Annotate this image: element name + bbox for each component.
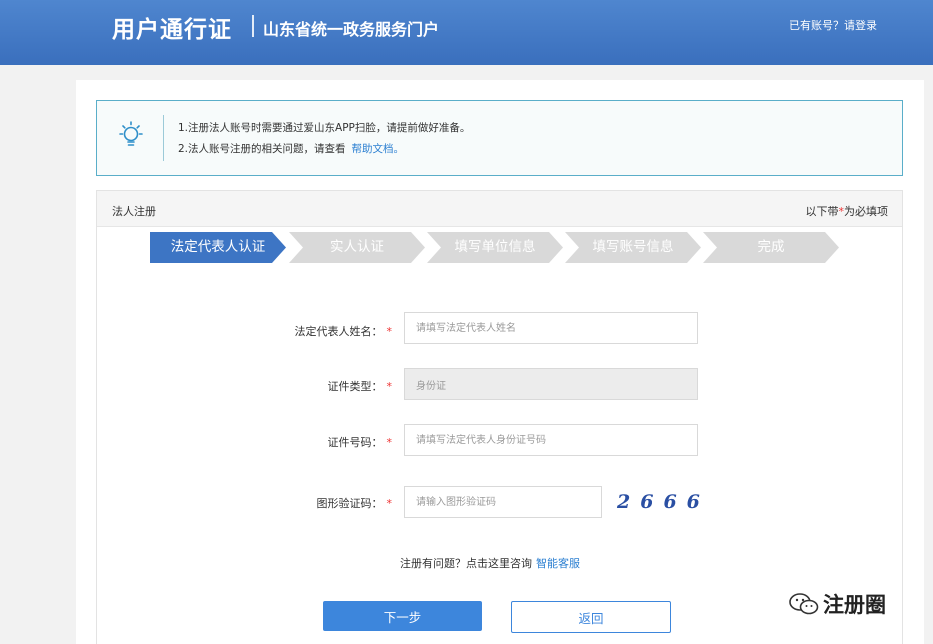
required-mark: * [386,497,393,510]
notice-divider [163,115,164,161]
help-text: 注册有问题？点击这里咨询 [400,557,532,570]
captcha-text: 2666 [616,491,710,513]
notice-text-2: 2.法人账号注册的相关问题，请查看 帮助文档。 [178,141,404,156]
captcha-image[interactable]: 2666 [615,486,715,516]
step-progress: 法定代表人认证 实人认证 填写单位信息 填写账号信息 完成 [150,232,850,264]
captcha-label-text: 图形验证码： [316,497,383,510]
step-complete: 完成 [703,232,839,263]
notice-text-1: 1.注册法人账号时需要通过爱山东APP扫脸，请提前做好准备。 [178,122,471,134]
watermark-text: 注册圈 [823,593,886,617]
id-number-label-text: 证件号码： [327,436,383,449]
hint-prefix: 以下带 [805,205,839,218]
id-number-label: 证件号码： * [270,434,393,450]
name-label: 法定代表人姓名： * [270,323,393,339]
captcha-label: 图形验证码： * [270,495,393,511]
step-real-person-auth: 实人认证 [289,232,425,263]
lightbulb-icon [119,121,143,146]
required-mark: * [386,325,393,338]
required-mark: * [386,380,393,393]
brand-title: 用户通行证 [112,17,232,43]
captcha-input[interactable] [404,486,602,518]
portal-subtitle: 山东省统一政务服务门户 [263,20,440,39]
top-header: 用户通行证 山东省统一政务服务门户 已有账号？请登录 [0,0,933,65]
notice-box: 1.注册法人账号时需要通过爱山东APP扫脸，请提前做好准备。 2.法人账号注册的… [96,100,903,176]
step-company-info: 填写单位信息 [427,232,563,263]
back-button[interactable]: 返回 [511,601,671,633]
required-hint: 以下带*为必填项 [806,203,889,219]
login-link[interactable]: 已有账号？请登录 [789,17,877,33]
help-doc-link[interactable]: 帮助文档。 [352,143,405,155]
id-type-label: 证件类型： * [270,378,393,394]
required-mark: * [386,436,393,449]
wechat-icon [789,593,819,615]
id-type-label-text: 证件类型： [327,380,383,393]
id-number-input[interactable] [404,424,698,456]
help-line: 注册有问题？点击这里咨询 智能客服 [400,555,580,571]
panel-header: 法人注册 以下带*为必填项 [97,191,902,227]
step-legal-rep-auth: 法定代表人认证 [150,232,286,263]
next-step-button[interactable]: 下一步 [323,601,482,631]
smart-service-link[interactable]: 智能客服 [536,557,580,570]
hint-suffix: 为必填项 [844,205,888,218]
legal-rep-name-input[interactable] [404,312,698,344]
brand-divider [252,15,254,37]
step-account-info: 填写账号信息 [565,232,701,263]
notice-text-2-body: 2.法人账号注册的相关问题，请查看 [178,143,346,155]
name-label-text: 法定代表人姓名： [294,325,383,338]
id-type-field [404,368,698,400]
panel-title: 法人注册 [112,205,156,218]
